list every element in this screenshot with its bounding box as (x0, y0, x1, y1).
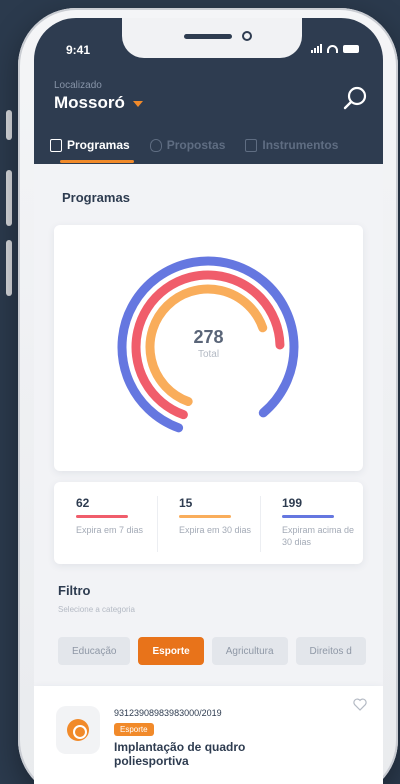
city-selector[interactable]: Mossoró (54, 93, 143, 113)
chip-agricultura[interactable]: Agricultura (211, 637, 288, 665)
stat-description: Expira em 30 dias (179, 525, 252, 535)
city-name: Mossoró (54, 93, 125, 112)
sport-icon (67, 719, 89, 741)
chart-card: 278 Total (54, 225, 363, 471)
stat-over-30-days: 199 Expiram acima de 30 dias (260, 482, 363, 564)
stats-card: 62 Expira em 7 dias 15 Expira em 30 dias… (54, 482, 363, 564)
tab-instrumentos[interactable]: Instrumentos (245, 130, 338, 160)
program-code: 93123908983983000/2019 (114, 708, 222, 718)
stat-description: Expira em 7 dias (76, 525, 144, 535)
stat-30-days: 15 Expira em 30 dias (157, 482, 260, 564)
chart-total-label: Total (197, 349, 220, 360)
chip-direitos[interactable]: Direitos d (295, 637, 366, 665)
heart-icon[interactable] (353, 698, 367, 711)
tab-propostas[interactable]: Propostas (149, 130, 226, 160)
tab-label: Instrumentos (262, 138, 339, 152)
stat-value: 15 (179, 496, 193, 510)
battery-icon (343, 44, 359, 53)
tab-bar: Programas Propostas Instrumentos (34, 130, 383, 164)
stat-color-bar (282, 515, 334, 518)
stat-value: 199 (282, 496, 303, 510)
stat-7-days: 62 Expira em 7 dias (54, 482, 157, 564)
tab-label: Propostas (166, 138, 226, 152)
lightbulb-icon (149, 138, 162, 152)
document-icon (50, 138, 62, 152)
filter-title: Filtro (58, 583, 91, 598)
chip-educacao[interactable]: Educação (58, 637, 131, 665)
tab-label: Programas (67, 138, 130, 152)
status-time: 9:41 (66, 43, 91, 57)
program-title: Implantação de quadro poliesportiva (114, 740, 246, 768)
stat-color-bar (179, 515, 231, 518)
volume-down-button (6, 240, 12, 296)
stat-value: 62 (76, 496, 90, 510)
stat-description: Expiram acima de 30 dias (282, 525, 355, 547)
program-category-badge: Esporte (114, 723, 154, 736)
camera-icon (242, 31, 252, 41)
chevron-down-icon (132, 101, 143, 107)
phone-notch (122, 18, 302, 58)
filter-subtitle: Selecione a categoria (58, 605, 135, 614)
mute-switch (6, 110, 12, 140)
section-title: Programas (62, 190, 130, 205)
stat-color-bar (76, 515, 128, 518)
search-icon[interactable] (341, 84, 369, 112)
app-header: 9:41 Localizado Mossoró Programas Propos… (34, 18, 383, 164)
speaker-grille (184, 34, 232, 39)
status-icons (311, 44, 359, 53)
volume-up-button (6, 170, 12, 226)
chip-esporte[interactable]: Esporte (138, 637, 204, 665)
app-screen: 9:41 Localizado Mossoró Programas Propos… (34, 18, 383, 784)
chart-total-value: 278 (193, 327, 224, 347)
location-label: Localizado (54, 80, 102, 91)
signal-icon (311, 44, 322, 53)
wifi-icon (327, 44, 338, 53)
program-logo (56, 706, 100, 754)
building-icon (245, 138, 258, 152)
donut-chart (117, 256, 299, 433)
tab-programas[interactable]: Programas (50, 130, 134, 163)
category-chips: Educação Esporte Agricultura Direitos d (58, 637, 366, 665)
program-card[interactable]: 93123908983983000/2019 Esporte Implantaç… (34, 686, 383, 784)
